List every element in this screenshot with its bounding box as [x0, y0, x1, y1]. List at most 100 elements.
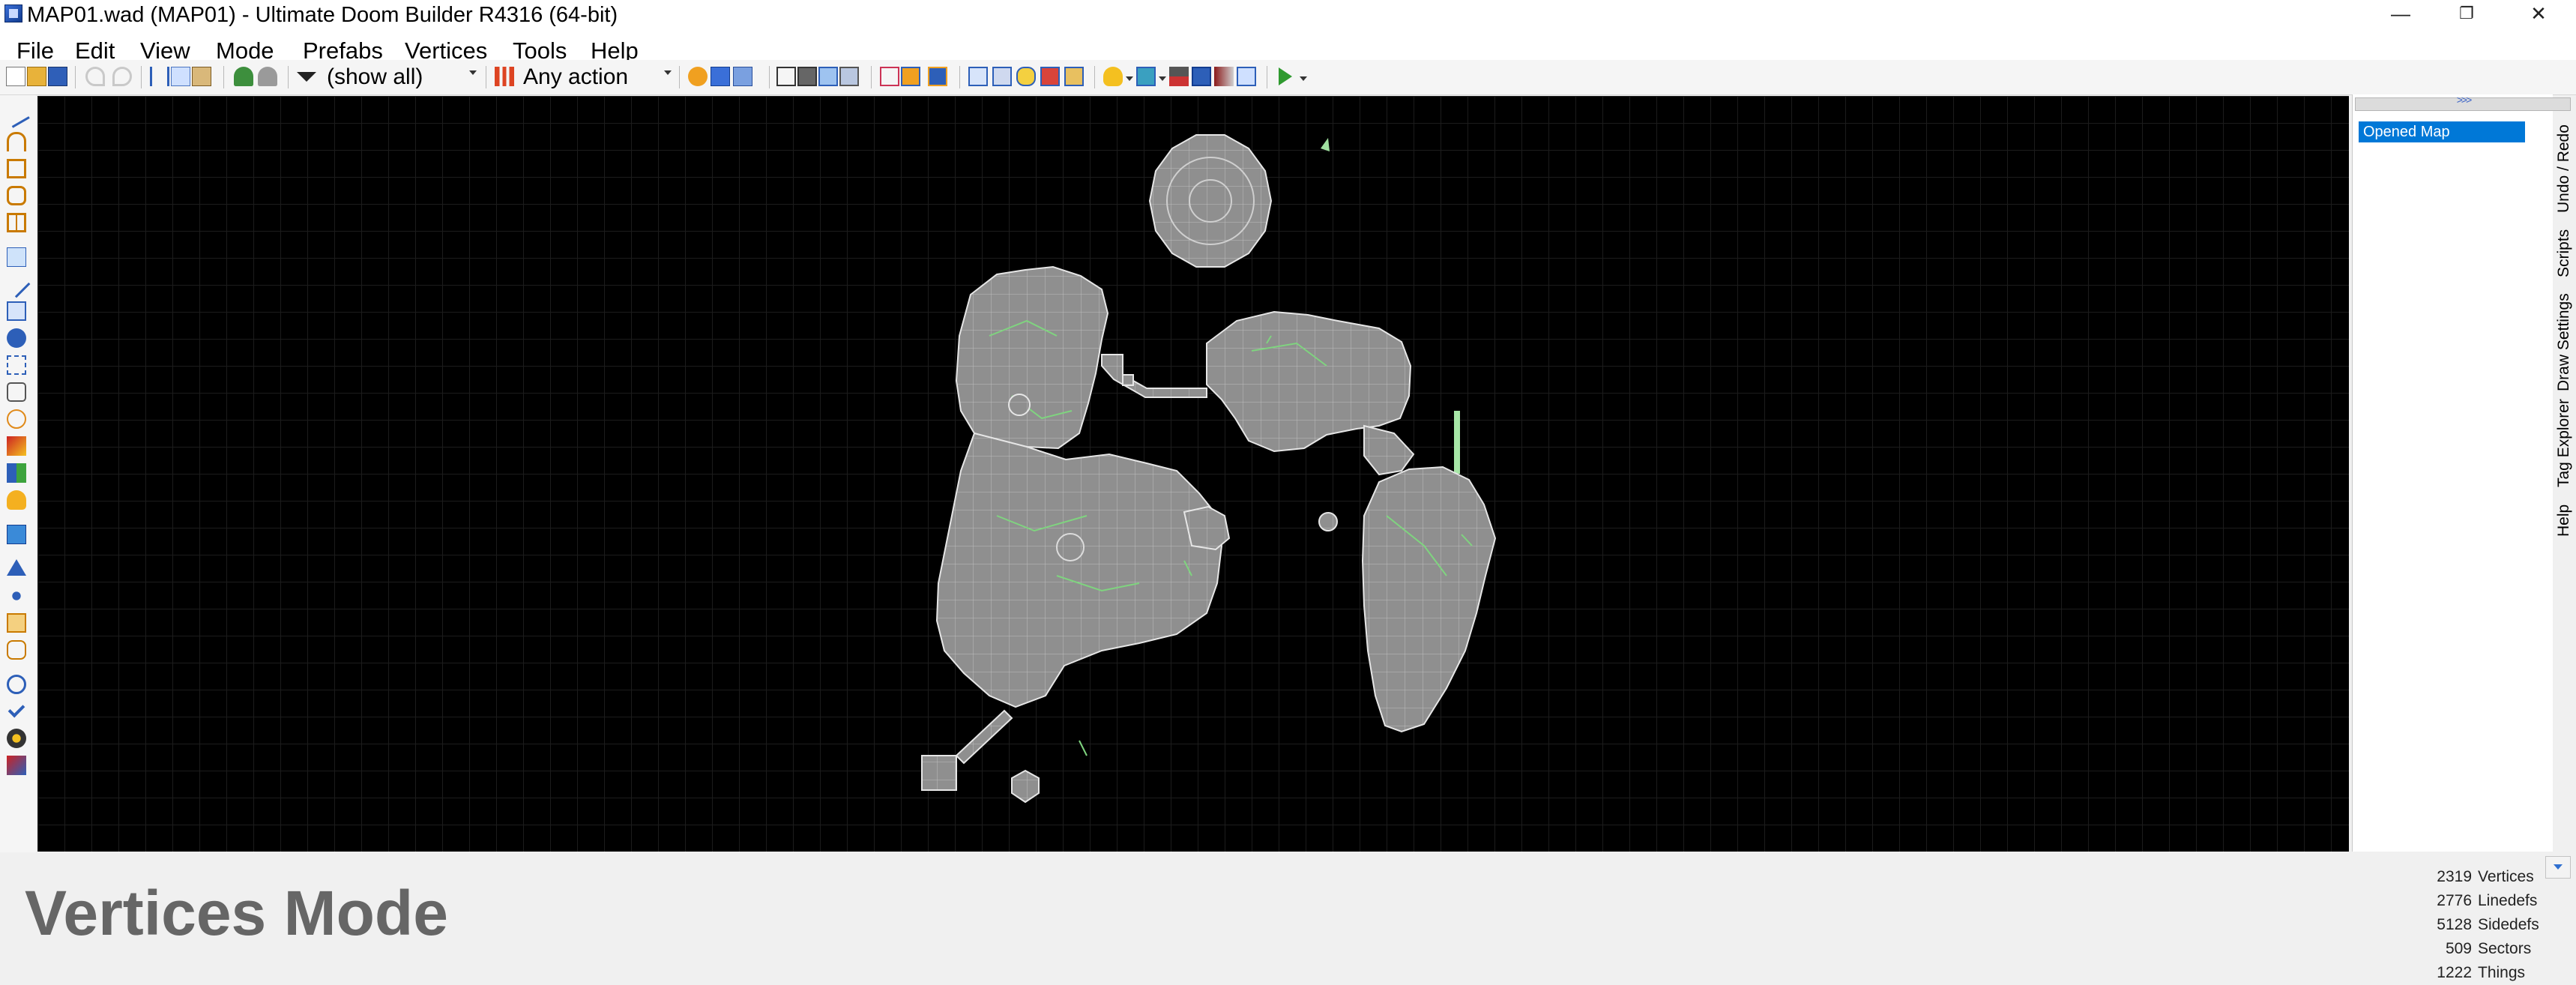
- menu-prefabs[interactable]: Prefabs: [303, 36, 383, 60]
- sky-icon[interactable]: [1192, 67, 1211, 86]
- things-mode-icon[interactable]: [7, 328, 26, 348]
- view-ceilings-icon[interactable]: [839, 67, 859, 86]
- fog-icon[interactable]: [1169, 67, 1189, 86]
- undo-icon[interactable]: [85, 67, 105, 86]
- snap-icon[interactable]: [733, 67, 752, 86]
- restore-button[interactable]: ❐: [2440, 0, 2493, 30]
- color-picker-icon[interactable]: [7, 463, 26, 483]
- stat-value: 1222: [2437, 964, 2472, 981]
- menu-vertices[interactable]: Vertices: [405, 36, 487, 60]
- double-chevron-right-icon: >>>: [2456, 94, 2473, 106]
- linedef-action-icon: [495, 67, 514, 86]
- bridge-mode-icon[interactable]: [7, 586, 26, 606]
- redo-icon[interactable]: [112, 67, 132, 86]
- brush-icon[interactable]: [1064, 67, 1084, 86]
- chevron-down-icon[interactable]: [1159, 76, 1166, 81]
- tag-statistics-icon[interactable]: [7, 756, 26, 775]
- map-sector: [1011, 769, 1040, 804]
- stat-vertices: 2319 Vertices: [2398, 865, 2571, 889]
- map-sector: [935, 432, 1223, 708]
- filter-icon[interactable]: [297, 72, 316, 82]
- merge-geometry-icon[interactable]: [880, 67, 899, 86]
- make-sectors-icon[interactable]: [7, 355, 26, 375]
- minimize-button[interactable]: —: [2374, 0, 2427, 30]
- stat-value: 509: [2445, 940, 2472, 957]
- chevron-down-icon[interactable]: [1300, 76, 1307, 81]
- error-check-icon[interactable]: [7, 729, 26, 748]
- grid-setup-icon[interactable]: [968, 67, 988, 86]
- draw-grid-icon[interactable]: [7, 213, 26, 232]
- linedef-action-select[interactable]: Any action: [523, 63, 673, 90]
- texture-browser-icon[interactable]: [7, 436, 26, 456]
- toolbar-separator: [288, 66, 289, 88]
- chevron-down-icon[interactable]: [664, 70, 672, 75]
- test-map-icon[interactable]: [1279, 67, 1292, 85]
- close-button[interactable]: ✕: [2512, 0, 2565, 30]
- open-map-icon[interactable]: [27, 67, 46, 86]
- visual-vertices-icon[interactable]: [1237, 67, 1256, 86]
- map-sector: [921, 755, 957, 791]
- draw-ellipse-icon[interactable]: [7, 186, 26, 205]
- tab-label: Draw Settings: [2555, 293, 2572, 391]
- join-geometry-icon[interactable]: [901, 67, 920, 86]
- sound-propagation-icon[interactable]: [7, 382, 26, 402]
- texture-align-icon[interactable]: [1016, 67, 1036, 86]
- paste-icon[interactable]: [192, 67, 211, 86]
- view-brightness-icon[interactable]: [797, 67, 817, 86]
- new-map-icon[interactable]: [6, 67, 25, 86]
- stat-label: Things: [2478, 964, 2526, 981]
- chevron-down-icon[interactable]: [1126, 76, 1133, 81]
- map-viewport[interactable]: [37, 96, 2349, 852]
- menu-edit[interactable]: Edit: [75, 36, 115, 60]
- cut-icon[interactable]: [150, 67, 169, 86]
- hand-pan-icon[interactable]: [7, 490, 26, 510]
- toolbar-separator: [959, 66, 960, 88]
- view-floors-icon[interactable]: [818, 67, 838, 86]
- undo-list-item[interactable]: Opened Map: [2359, 121, 2525, 142]
- copy-icon[interactable]: [171, 67, 190, 86]
- menu-tools[interactable]: Tools: [513, 36, 567, 60]
- event-lines-icon[interactable]: [1214, 67, 1234, 86]
- draw-area-icon[interactable]: [7, 613, 26, 633]
- visual-mode-icon[interactable]: [7, 525, 26, 544]
- grid-snap-icon[interactable]: [992, 67, 1012, 86]
- stat-value: 2776: [2437, 892, 2472, 909]
- model-rendering-icon[interactable]: [1136, 67, 1156, 86]
- map-statistics: 2319 Vertices 2776 Linedefs 5128 Sidedefs 5…: [2398, 865, 2571, 985]
- light-bulb-icon[interactable]: [1103, 67, 1123, 86]
- tab-label: Help: [2555, 504, 2572, 537]
- panel-collapse-button[interactable]: >>>: [2355, 94, 2571, 111]
- insert-prefab-icon[interactable]: [234, 67, 253, 86]
- grid-icon[interactable]: [711, 67, 730, 86]
- sectors-mode-icon[interactable]: [7, 301, 26, 321]
- draw-curve-icon[interactable]: [7, 132, 26, 151]
- menu-mode[interactable]: Mode: [216, 36, 274, 60]
- menu-help[interactable]: Help: [591, 36, 639, 60]
- toolbar-separator: [75, 66, 76, 88]
- insert-previous-prefab-icon[interactable]: [258, 67, 277, 86]
- remove-texture-icon[interactable]: [1040, 67, 1060, 86]
- toolbar-separator: [223, 66, 224, 88]
- find-icon[interactable]: [7, 675, 26, 694]
- sound-environment-icon[interactable]: [7, 409, 26, 429]
- draw-rectangle-icon[interactable]: [7, 159, 26, 178]
- things-icon[interactable]: [688, 67, 708, 86]
- tab-label: Tag Explorer: [2555, 399, 2572, 487]
- menu-view[interactable]: View: [140, 36, 190, 60]
- stair-builder-icon[interactable]: [7, 640, 26, 660]
- stat-sidedefs: 5128 Sidedefs: [2398, 913, 2571, 937]
- chevron-down-icon[interactable]: [469, 70, 477, 75]
- menu-file[interactable]: File: [16, 36, 54, 60]
- tab-label: Undo / Redo: [2555, 124, 2572, 213]
- slope-mode-icon[interactable]: [7, 559, 26, 576]
- map-sector: [955, 265, 1109, 450]
- save-map-icon[interactable]: [48, 67, 67, 86]
- view-wireframe-icon[interactable]: [776, 67, 796, 86]
- stat-label: Sidedefs: [2478, 916, 2539, 933]
- vertices-mode-icon[interactable]: [7, 247, 26, 267]
- split-geometry-icon[interactable]: [928, 67, 947, 86]
- undo-redo-panel: [2352, 94, 2553, 852]
- stat-sectors: 509 Sectors: [2398, 937, 2571, 961]
- tab-label: Scripts: [2555, 229, 2572, 277]
- things-filter-select[interactable]: (show all): [327, 63, 477, 90]
